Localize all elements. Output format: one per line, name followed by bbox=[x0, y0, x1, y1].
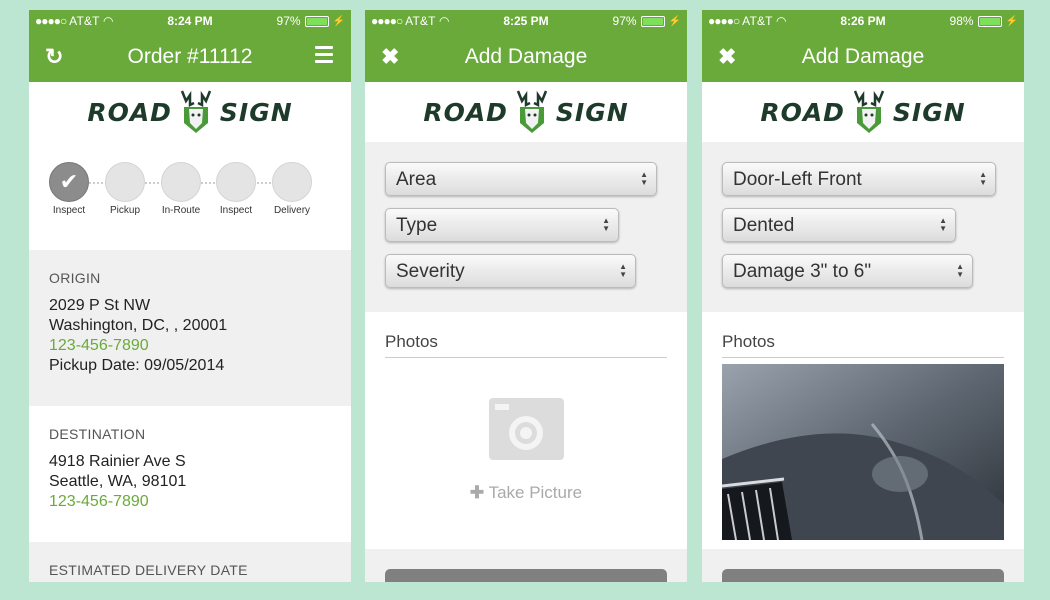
charging-icon: ⚡ bbox=[1005, 15, 1018, 27]
logo-word-left: ROAD bbox=[87, 97, 172, 127]
origin-phone-link[interactable]: 123-456-7890 bbox=[49, 336, 331, 356]
pickup-date: Pickup Date: 09/05/2014 bbox=[49, 357, 225, 374]
select-arrows-icon: ▲ ▼ bbox=[939, 216, 947, 233]
deer-logo-icon bbox=[180, 90, 212, 133]
battery-percent: 97% bbox=[276, 14, 301, 28]
nav-bar: ✖ Add Damage bbox=[365, 32, 687, 82]
step-pickup[interactable]: Pickup bbox=[100, 162, 150, 216]
deer-logo-icon bbox=[853, 90, 885, 133]
select-arrows-icon: ▲ ▼ bbox=[602, 216, 610, 233]
progress-steps: ✔ Inspect Pickup In-Route Inspect Deliver… bbox=[29, 142, 351, 250]
logo-word-right: SIGN bbox=[219, 97, 293, 127]
estimated-delivery-section: ESTIMATED DELIVERY DATE bbox=[29, 542, 351, 582]
logo: ROAD SIGN bbox=[365, 82, 687, 142]
select-arrows-icon: ▲ ▼ bbox=[619, 262, 627, 279]
page-title: Order #11112 bbox=[127, 45, 253, 68]
destination-section: DESTINATION 4918 Rainier Ave S Seattle, … bbox=[29, 406, 351, 542]
step-delivery[interactable]: Delivery bbox=[267, 162, 317, 216]
step-inspect[interactable]: Inspect bbox=[211, 162, 261, 216]
area-select[interactable]: Area ▲ ▼ bbox=[385, 162, 657, 196]
select-arrows-icon: ▲ ▼ bbox=[956, 262, 964, 279]
select-arrows-icon: ▲ ▼ bbox=[979, 170, 987, 187]
origin-city: Washington, DC, , 20001 bbox=[49, 317, 228, 334]
photos-header: Photos bbox=[722, 332, 1004, 358]
step-label: In-Route bbox=[161, 205, 201, 216]
estimated-delivery-header: ESTIMATED DELIVERY DATE bbox=[49, 562, 248, 578]
damage-form: Door-Left Front ▲ ▼ Dented ▲ ▼ Damage 3" to … bbox=[702, 142, 1024, 312]
origin-section: ORIGIN 2029 P St NW Washington, DC, , 20… bbox=[29, 250, 351, 406]
destination-city: Seattle, WA, 98101 bbox=[49, 473, 187, 490]
charging-icon: ⚡ bbox=[332, 15, 345, 27]
phone-screen-order: ●●●●○ AT&T ◠ 8:24 PM 97% ⚡ ↻ Order #11112… bbox=[29, 10, 351, 582]
take-picture-button[interactable]: ✚ Take Picture bbox=[365, 483, 687, 503]
bottom-button[interactable] bbox=[385, 569, 667, 582]
page-title: Add Damage bbox=[801, 45, 925, 68]
type-select[interactable]: Dented ▲ ▼ bbox=[722, 208, 956, 242]
nav-bar: ↻ Order #11112 bbox=[29, 32, 351, 82]
photos-header: Photos bbox=[385, 332, 667, 358]
menu-icon[interactable] bbox=[315, 46, 333, 67]
deer-logo-icon bbox=[516, 90, 548, 133]
damage-photo[interactable] bbox=[722, 364, 1004, 540]
logo: ROAD SIGN bbox=[702, 82, 1024, 142]
step-label: Delivery bbox=[273, 205, 311, 216]
phone-screen-add-damage-empty: ●●●●○ AT&T ◠ 8:25 PM 97% ⚡ ✖ Add Damage R… bbox=[365, 10, 687, 582]
select-arrows-icon: ▲ ▼ bbox=[640, 170, 648, 187]
origin-header: ORIGIN bbox=[49, 270, 101, 286]
logo-word-left: ROAD bbox=[760, 97, 845, 127]
plus-icon: ✚ bbox=[469, 483, 485, 502]
battery-icon bbox=[640, 15, 665, 27]
step-label: Inspect bbox=[52, 205, 86, 216]
bottom-button[interactable] bbox=[722, 569, 1004, 582]
severity-select[interactable]: Severity ▲ ▼ bbox=[385, 254, 636, 288]
battery-icon bbox=[977, 15, 1002, 27]
check-icon: ✔ bbox=[49, 162, 89, 202]
origin-street: 2029 P St NW bbox=[49, 297, 151, 314]
status-bar: ●●●●○ AT&T ◠ 8:25 PM 97% ⚡ bbox=[365, 10, 687, 32]
area-select[interactable]: Door-Left Front ▲ ▼ bbox=[722, 162, 996, 196]
step-label: Inspect bbox=[219, 205, 253, 216]
damage-form: Area ▲ ▼ Type ▲ ▼ Severity ▲ ▼ bbox=[365, 142, 687, 312]
battery-percent: 98% bbox=[949, 14, 974, 28]
type-select[interactable]: Type ▲ ▼ bbox=[385, 208, 619, 242]
phone-screen-add-damage-filled: ●●●●○ AT&T ◠ 8:26 PM 98% ⚡ ✖ Add Damage R… bbox=[702, 10, 1024, 582]
destination-street: 4918 Rainier Ave S bbox=[49, 453, 186, 470]
camera-icon[interactable] bbox=[489, 398, 564, 460]
status-bar: ●●●●○ AT&T ◠ 8:24 PM 97% ⚡ bbox=[29, 10, 351, 32]
destination-phone-link[interactable]: 123-456-7890 bbox=[49, 492, 331, 512]
battery-percent: 97% bbox=[612, 14, 637, 28]
step-in-route[interactable]: In-Route bbox=[156, 162, 206, 216]
step-label: Pickup bbox=[109, 205, 140, 216]
nav-bar: ✖ Add Damage bbox=[702, 32, 1024, 82]
page-title: Add Damage bbox=[464, 45, 588, 68]
logo-word-left: ROAD bbox=[423, 97, 508, 127]
charging-icon: ⚡ bbox=[668, 15, 681, 27]
battery-icon bbox=[304, 15, 329, 27]
step-inspect-done[interactable]: ✔ Inspect bbox=[44, 162, 94, 216]
severity-select[interactable]: Damage 3" to 6" ▲ ▼ bbox=[722, 254, 973, 288]
logo-word-right: SIGN bbox=[892, 97, 966, 127]
destination-header: DESTINATION bbox=[49, 426, 146, 442]
status-bar: ●●●●○ AT&T ◠ 8:26 PM 98% ⚡ bbox=[702, 10, 1024, 32]
logo: ROAD SIGN bbox=[29, 82, 351, 142]
logo-word-right: SIGN bbox=[555, 97, 629, 127]
